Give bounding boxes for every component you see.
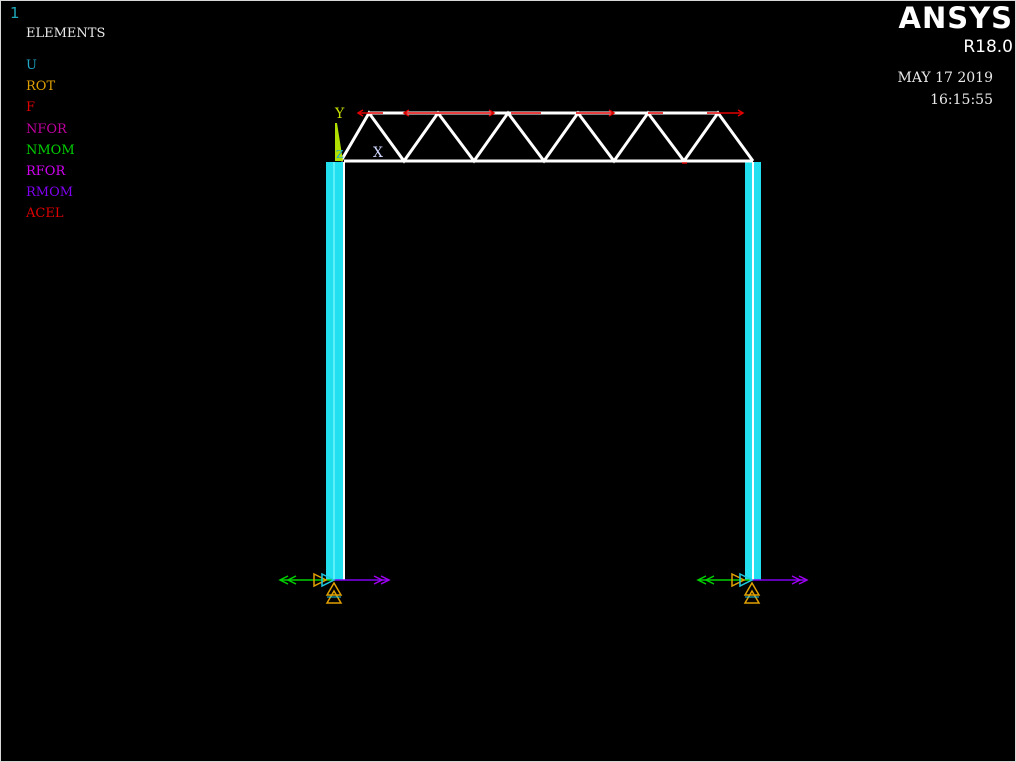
graphics-window[interactable]: 1 ELEMENTS U ROT F NFOR NMOM RFOR RMOM ACEL ANS… xyxy=(0,0,1016,762)
axis-y-label: Y xyxy=(334,106,345,122)
left-column xyxy=(326,162,345,580)
right-column xyxy=(745,162,761,580)
force-arrows xyxy=(356,109,745,164)
axis-x-label: X xyxy=(373,145,383,161)
roof-truss xyxy=(339,110,755,164)
axis-z-label: Z xyxy=(336,148,344,161)
model-view[interactable]: Y X Z xyxy=(1,1,1015,761)
